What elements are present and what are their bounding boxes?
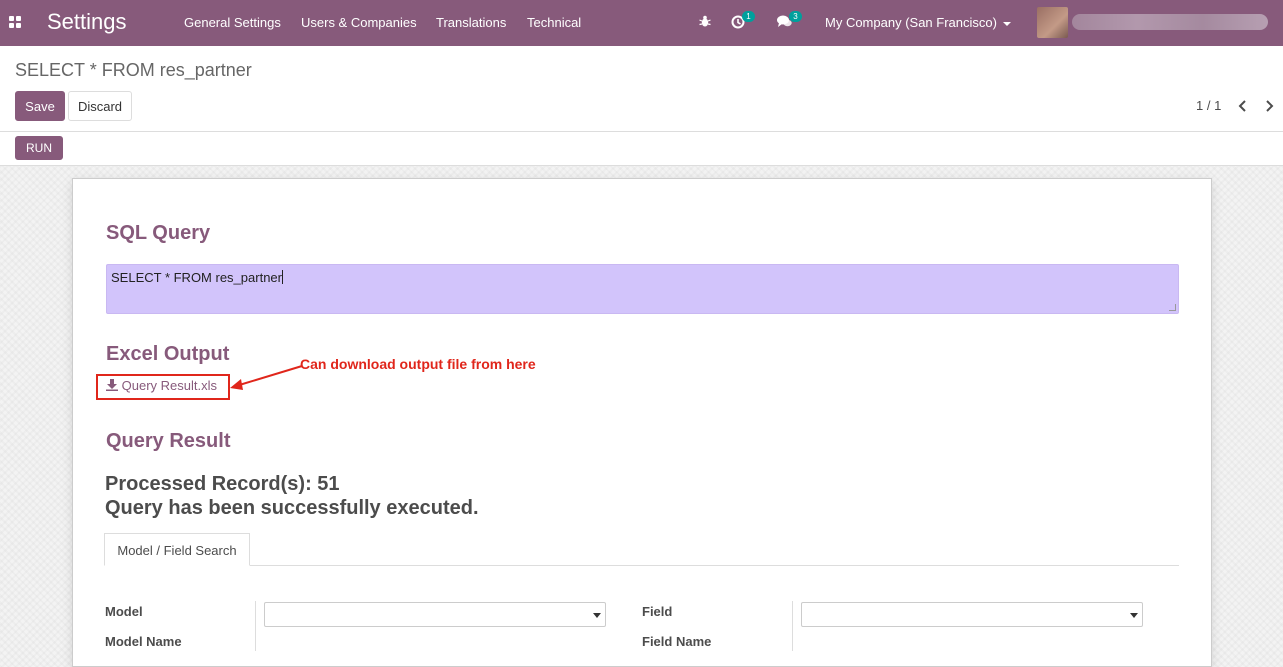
menu-users-companies[interactable]: Users & Companies [301, 15, 417, 30]
company-switcher[interactable]: My Company (San Francisco) [825, 15, 1011, 30]
discard-button[interactable]: Discard [68, 91, 132, 121]
status-message: Query has been successfully executed. [105, 497, 479, 519]
annotation-text: Can download output file from here [300, 356, 536, 372]
chevron-down-icon [593, 613, 601, 618]
download-icon [106, 379, 118, 391]
model-name-label: Model Name [105, 634, 182, 649]
resize-handle-icon[interactable] [1169, 304, 1176, 311]
download-link[interactable]: Query Result.xls [106, 378, 217, 393]
menu-general-settings[interactable]: General Settings [184, 15, 281, 30]
pager-value[interactable]: 1 / 1 [1196, 98, 1221, 113]
field-label: Field [642, 604, 673, 619]
save-button[interactable]: Save [15, 91, 65, 121]
sql-query-input[interactable]: SELECT * FROM res_partner [106, 264, 1179, 314]
download-filename: Query Result.xls [121, 378, 217, 393]
divider [792, 601, 793, 651]
tab-model-field-search[interactable]: Model / Field Search [104, 533, 250, 566]
breadcrumb: SELECT * FROM res_partner [15, 60, 252, 80]
chevron-down-icon [1002, 21, 1011, 26]
result-summary: Processed Record(s): 51 Query has been s… [105, 472, 479, 520]
user-avatar[interactable] [1037, 7, 1068, 38]
sql-query-text: SELECT * FROM res_partner [111, 270, 282, 285]
field-name-label: Field Name [642, 634, 712, 649]
model-label: Model [105, 604, 143, 619]
run-button[interactable]: RUN [15, 136, 63, 160]
apps-menu-icon[interactable] [9, 16, 21, 28]
tab-divider [105, 565, 1179, 566]
activity-count-badge: 1 [742, 11, 755, 22]
query-result-heading: Query Result [106, 430, 231, 452]
form-sheet [72, 178, 1212, 667]
chevron-down-icon [1130, 613, 1138, 618]
messages-count-badge: 3 [789, 11, 802, 22]
pager-previous-icon[interactable] [1235, 97, 1251, 115]
top-navbar: Settings General Settings Users & Compan… [0, 0, 1283, 46]
text-cursor [281, 270, 283, 284]
user-menu[interactable] [1072, 14, 1268, 30]
company-name: My Company (San Francisco) [825, 15, 997, 30]
divider [0, 131, 1283, 132]
field-select[interactable] [801, 602, 1143, 627]
annotation-arrow-icon [230, 365, 303, 390]
menu-translations[interactable]: Translations [436, 15, 506, 30]
model-select[interactable] [264, 602, 606, 627]
divider [255, 601, 256, 651]
excel-output-heading: Excel Output [106, 343, 230, 365]
menu-technical[interactable]: Technical [527, 15, 581, 30]
processed-records-text: Processed Record(s): 51 [105, 473, 340, 495]
pager-next-icon[interactable] [1262, 97, 1278, 115]
debug-bug-icon[interactable] [699, 15, 711, 28]
sql-query-heading: SQL Query [106, 222, 211, 244]
app-title: Settings [47, 9, 127, 34]
